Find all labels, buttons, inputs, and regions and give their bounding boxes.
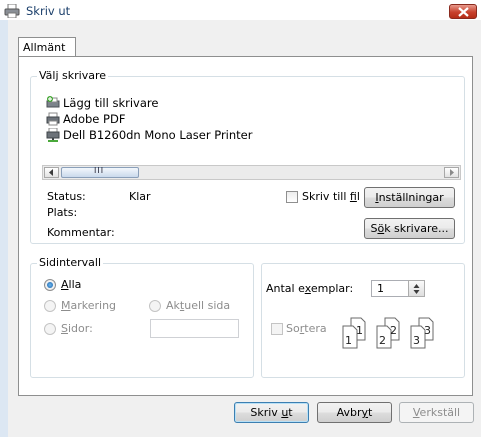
- add-printer-icon: [46, 96, 60, 110]
- printer-list-scrollbar[interactable]: III: [42, 165, 461, 180]
- select-printer-legend: Välj skrivare: [37, 69, 108, 82]
- copies-spinner[interactable]: [408, 280, 425, 297]
- cancel-button[interactable]: Avbryt: [317, 402, 392, 423]
- print-dialog: Skriv ut Allmänt Välj skrivare Lägg till…: [0, 0, 481, 437]
- print-button[interactable]: Skriv ut: [234, 402, 309, 423]
- range-pages-radio[interactable]: [44, 323, 56, 335]
- window-border: [0, 20, 8, 437]
- print-to-file-label[interactable]: Skriv till fil: [302, 190, 360, 203]
- page-stack-3: 3 3: [410, 317, 434, 349]
- thumb-grip: III: [94, 166, 105, 175]
- printer-label: Adobe PDF: [63, 112, 126, 126]
- scroll-thumb[interactable]: III: [61, 166, 139, 178]
- arrow-left-icon: [49, 169, 53, 176]
- range-current-page-radio[interactable]: [149, 300, 161, 312]
- page-range-legend: Sidintervall: [37, 256, 104, 269]
- close-button[interactable]: [449, 4, 477, 19]
- printer-label: Dell B1260dn Mono Laser Printer: [63, 128, 253, 142]
- spin-down-icon: [413, 290, 420, 294]
- range-pages-label[interactable]: Sidor:: [61, 322, 93, 335]
- arrow-right-icon: [450, 169, 454, 176]
- range-selection-label[interactable]: Markering: [61, 299, 116, 312]
- page-number: 3: [413, 334, 420, 347]
- range-all-radio[interactable]: [44, 279, 56, 291]
- collate-label[interactable]: Sortera: [286, 322, 327, 335]
- page-number: 1: [345, 334, 352, 347]
- page-stack-1: 1 1: [342, 317, 366, 349]
- collate-illustration: 1 1 2 2 3 3: [342, 317, 434, 349]
- tab-label: Allmänt: [23, 41, 66, 54]
- scroll-left-button[interactable]: [44, 167, 59, 178]
- spin-up-icon: [413, 284, 420, 288]
- collate-checkbox[interactable]: [271, 323, 283, 335]
- range-current-page-label[interactable]: Aktuell sida: [166, 299, 230, 312]
- window-title: Skriv ut: [26, 4, 71, 18]
- scroll-right-button[interactable]: [444, 167, 459, 178]
- title-bar: Skriv ut: [0, 0, 481, 22]
- copies-input[interactable]: 1: [371, 280, 409, 297]
- status-value: Klar: [129, 190, 151, 203]
- copies-label: Antal exemplar:: [266, 282, 354, 295]
- page-number: 2: [390, 324, 397, 337]
- page-stack-2: 2 2: [376, 317, 400, 349]
- find-printer-button[interactable]: Sök skrivare...: [364, 218, 455, 239]
- network-printer-icon: [46, 127, 60, 142]
- range-all-label[interactable]: Alla: [61, 278, 81, 291]
- apply-button[interactable]: Verkställ: [399, 402, 474, 423]
- printer-icon: [46, 112, 60, 126]
- print-to-file-checkbox[interactable]: [286, 191, 298, 203]
- page-number: 2: [379, 334, 386, 347]
- comment-label: Kommentar:: [47, 226, 115, 239]
- pages-input[interactable]: [150, 319, 239, 338]
- printer-icon: [4, 3, 20, 19]
- page-number: 3: [424, 324, 431, 337]
- location-label: Plats:: [47, 206, 78, 219]
- printer-label: Lägg till skrivare: [63, 96, 159, 110]
- settings-button[interactable]: Inställningar: [364, 187, 455, 208]
- status-label: Status:: [47, 190, 86, 203]
- tab-general[interactable]: Allmänt: [18, 37, 76, 57]
- page-number: 1: [356, 324, 363, 337]
- close-icon: [458, 7, 469, 17]
- range-selection-radio[interactable]: [44, 300, 56, 312]
